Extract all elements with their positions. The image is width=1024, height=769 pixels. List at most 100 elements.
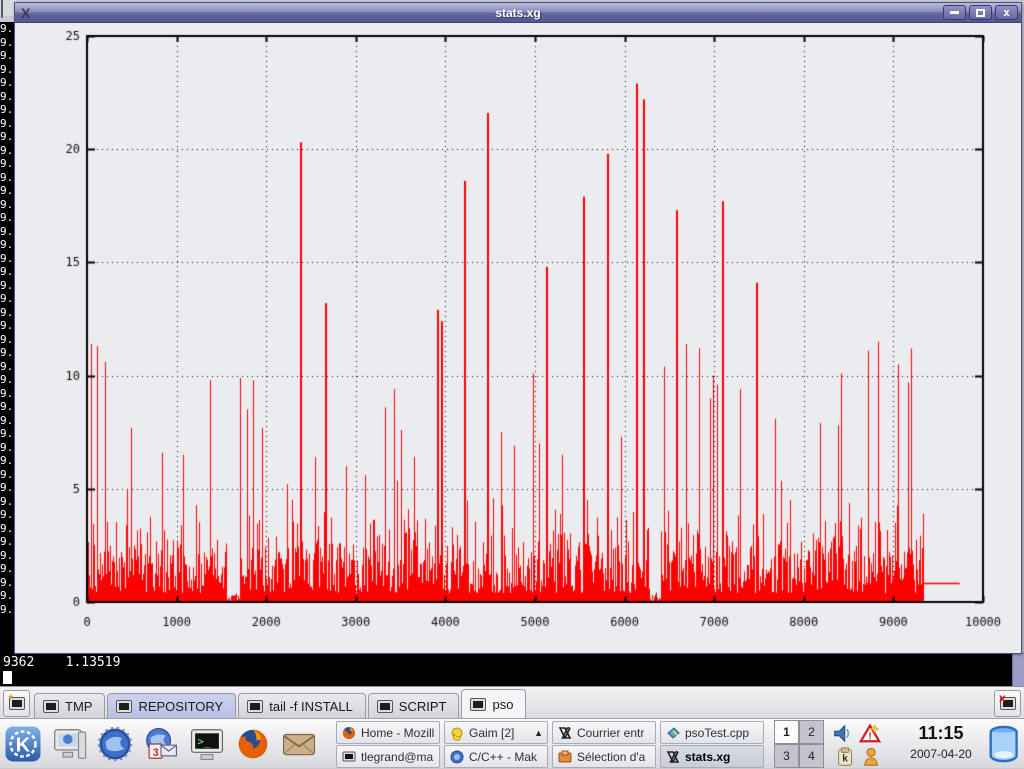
terminal-scrollbar[interactable] [1012,652,1024,686]
terminal-line: 9. [0,319,15,333]
task-button-courrier-entr[interactable]: Courrier entr [552,721,656,744]
close-session-button[interactable]: x [994,690,1021,717]
tray-volume[interactable] [830,721,854,745]
terminal-line: 9. [0,535,15,549]
terminal-line: 9. [0,252,15,266]
task-button-c-c-mak[interactable]: C/C++ - Mak [444,745,548,768]
new-session-spark-icon: ✦ [7,692,15,703]
user-icon [861,746,883,768]
terminal-line: 9. [0,76,15,90]
session-tab-script[interactable]: SCRIPT [368,693,460,719]
klipper-icon: k [835,746,857,768]
launcher-kontact[interactable]: 3 [140,722,182,766]
launcher-kmenu[interactable]: K [2,722,44,766]
terminal-line: 9. [0,36,15,50]
svg-text:!: ! [868,731,871,742]
pager-desktop-1[interactable]: 1 [774,720,799,744]
terminal-line: 9. [0,292,15,306]
pager-desktop-3[interactable]: 3 [774,744,799,768]
close-icon: x [1003,8,1010,17]
terminal-line: 9. [0,49,15,63]
x-app-icon [665,749,681,765]
task-button-tlegrand-ma[interactable]: tlegrand@ma [336,745,440,768]
session-tab-tmp[interactable]: TMP [34,693,105,719]
terminal-line: 9. [0,211,15,225]
session-tab-pso[interactable]: pso [461,689,526,719]
task-button-home-mozill[interactable]: Home - Mozill [336,721,440,744]
terminal-line: 9. [0,63,15,77]
launcher-firefox[interactable] [232,722,274,766]
task-button-s-lection-d-a[interactable]: Sélection d'a [552,745,656,768]
svg-text:K: K [16,735,31,757]
terminal-line: 9. [0,306,15,320]
terminal-tab-icon [43,700,59,713]
new-session-button[interactable]: ✦ [3,690,30,717]
kmail-icon [280,725,318,763]
maximize-button[interactable] [969,5,992,20]
firefox-icon [341,725,357,741]
terminal-line: 9. [0,90,15,104]
terminal-line: 9. [0,495,15,509]
terminal-line: 9. [0,184,15,198]
terminal-line: 9. [0,279,15,293]
terminal-line: 9. [0,454,15,468]
maximize-icon [976,9,985,17]
xgraph-plot[interactable] [16,24,1020,653]
terminal-line: 9. [0,400,15,414]
task-label: C/C++ - Mak [469,750,537,764]
konsole-mini-icon [341,749,357,765]
terminal-line: 9. [0,387,15,401]
tab-label: REPOSITORY [138,699,223,714]
tray-klipper[interactable]: k [834,745,858,769]
close-button[interactable]: x [995,5,1018,20]
minimize-button[interactable] [943,5,966,20]
kdevelop-icon [449,749,465,765]
terminal-line: 9. [0,373,15,387]
terminal-line: 9. [0,468,15,482]
titlebar[interactable]: X stats.xg x [15,3,1021,23]
task-label: Home - Mozill [361,726,434,740]
task-label: tlegrand@ma [361,750,433,764]
konqueror-icon [96,725,134,763]
terminal-line: 9. [0,549,15,563]
tray-user[interactable] [860,745,884,769]
terminal-line: 9. [0,589,15,603]
session-tab-tail-f-install[interactable]: tail -f INSTALL [238,693,366,719]
terminal-tab-icon [377,700,393,713]
shade-indicator-icon: ▲ [534,728,543,738]
terminal-line: 9. [0,603,15,617]
panel-launchers: K 3>_ [2,721,320,767]
task-button-stats-xg[interactable]: stats.xg [660,745,764,768]
terminal-line: 9. [0,171,15,185]
launcher-system[interactable] [48,722,90,766]
ark-icon [557,749,573,765]
desktop-pager: 1234 [774,720,824,768]
tray-alert[interactable]: ! [858,721,882,745]
terminal-line: 9. [0,265,15,279]
alert-icon: ! [859,722,881,744]
terminal-line: 9. [0,157,15,171]
terminal-line: 9. [0,117,15,131]
terminal-line: 9. [0,130,15,144]
launcher-kmail[interactable] [278,722,320,766]
clock-applet[interactable]: 11:15 2007-04-20 [893,721,989,767]
kontact-icon: 3 [142,725,180,763]
x-app-icon [557,725,573,741]
terminal-status-line: 9362 1.13519 [3,655,120,670]
firefox-icon [234,725,272,763]
terminal-line: 9. [0,198,15,212]
pager-desktop-2[interactable]: 2 [799,720,824,744]
launcher-konsole[interactable]: >_ [186,722,228,766]
session-tab-repository[interactable]: REPOSITORY [107,693,236,719]
gaim-icon [449,725,465,741]
launcher-konqueror[interactable] [94,722,136,766]
pager-desktop-4[interactable]: 4 [799,744,824,768]
task-button-psotest-cpp[interactable]: psoTest.cpp [660,721,764,744]
terminal-line: 9. [0,427,15,441]
terminal-tab-icon [470,698,486,711]
clock-time: 11:15 [893,721,989,745]
task-button-gaim-2-[interactable]: Gaim [2]▲ [444,721,548,744]
terminal-tab-icon [116,700,132,713]
clock-date: 2007-04-20 [893,745,989,763]
trash-applet[interactable] [990,722,1022,766]
